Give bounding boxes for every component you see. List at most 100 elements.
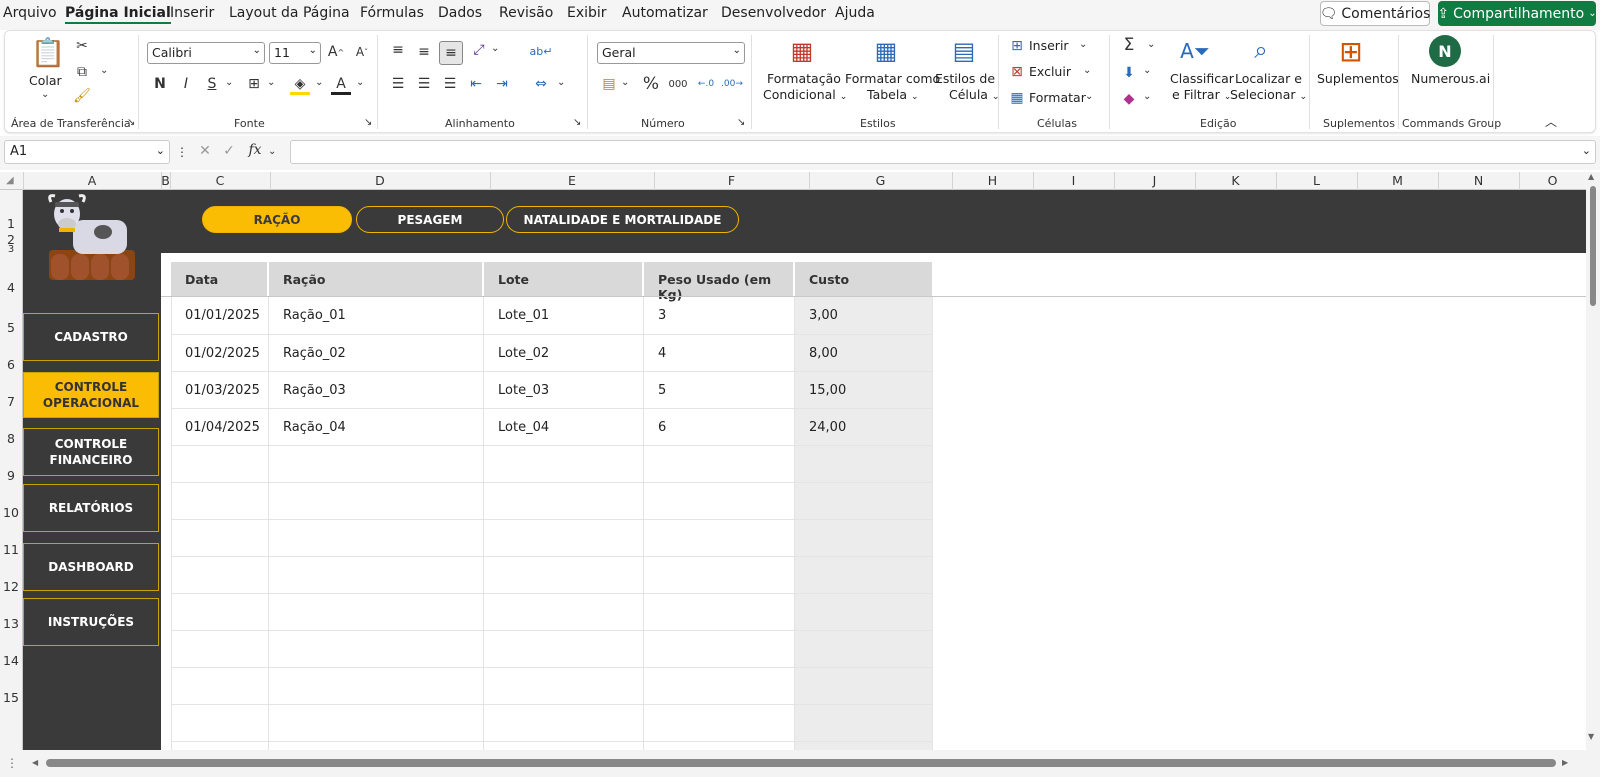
fill-icon[interactable]: ⬇ xyxy=(1119,63,1139,83)
column-header-f[interactable]: F xyxy=(654,173,809,188)
thousands-separator-icon[interactable]: 000 xyxy=(667,75,689,93)
chevron-down-icon[interactable]: ⌄ xyxy=(1143,91,1151,102)
find-select-label-1[interactable]: Localizar e xyxy=(1235,71,1302,87)
menu-layout[interactable]: Layout da Página xyxy=(229,5,350,21)
formula-input[interactable]: ⌄ xyxy=(290,140,1596,164)
orientation-icon[interactable]: ⤢ xyxy=(469,41,489,59)
row-header-1[interactable]: 1 xyxy=(0,216,22,231)
number-format-select[interactable]: Geral ⌄ xyxy=(597,42,745,64)
column-header-d[interactable]: D xyxy=(270,173,490,188)
cell-lote[interactable]: Lote_03 xyxy=(484,383,549,398)
numerous-ai-icon[interactable]: N xyxy=(1429,35,1461,67)
chevron-down-icon[interactable]: ⌄ xyxy=(356,77,364,88)
confirm-icon[interactable]: ✓ xyxy=(220,143,238,159)
dialog-launcher-icon[interactable]: ↘ xyxy=(364,117,372,128)
cell-custo[interactable]: 8,00 xyxy=(795,346,838,361)
align-left-icon[interactable]: ☰ xyxy=(389,75,407,93)
chevron-down-icon[interactable]: ⌄ xyxy=(268,146,276,157)
cell-custo[interactable]: 15,00 xyxy=(795,383,846,398)
column-header-l[interactable]: L xyxy=(1276,173,1357,188)
format-as-table-label-2[interactable]: Tabela ⌄ xyxy=(867,87,919,105)
increase-indent-icon[interactable]: ⇥ xyxy=(493,75,511,93)
font-size-select[interactable]: 11 ⌄ xyxy=(269,42,321,64)
cell-styles-label-1[interactable]: Estilos de xyxy=(935,71,995,87)
cell-styles-label-2[interactable]: Célula ⌄ xyxy=(949,87,999,105)
row-header-13[interactable]: 13 xyxy=(0,616,22,631)
vertical-scrollbar[interactable]: ▲ ▼ xyxy=(1586,172,1600,750)
align-center-icon[interactable]: ☰ xyxy=(415,75,433,93)
row-header-11[interactable]: 11 xyxy=(0,542,22,557)
column-header-n[interactable]: N xyxy=(1438,173,1519,188)
sidebar-item-controle-financeiro[interactable]: CONTROLE FINANCEIRO xyxy=(23,428,159,476)
cell-racao[interactable]: Ração_02 xyxy=(269,346,346,361)
sort-filter-icon[interactable]: A⏷ xyxy=(1179,37,1211,65)
column-header-a[interactable]: A xyxy=(23,173,161,188)
align-right-icon[interactable]: ☰ xyxy=(441,75,459,93)
cell-racao[interactable]: Ração_04 xyxy=(269,420,346,435)
row-header-4[interactable]: 4 xyxy=(0,280,22,295)
delete-cells-label[interactable]: Excluir xyxy=(1029,64,1071,80)
cell-lote[interactable]: Lote_04 xyxy=(484,420,549,435)
scroll-down-icon[interactable]: ▼ xyxy=(1588,732,1594,741)
share-button[interactable]: ⇪ Compartilhamento ⌄ xyxy=(1437,1,1597,26)
cell-peso[interactable]: 6 xyxy=(644,420,666,435)
column-header-o[interactable]: O xyxy=(1519,173,1586,188)
format-as-table-icon[interactable]: ▦ xyxy=(871,37,901,65)
format-cells-label[interactable]: Formatar xyxy=(1029,90,1086,106)
sort-filter-label-2[interactable]: e Filtrar ⌄ xyxy=(1172,87,1231,105)
cell-custo[interactable]: 3,00 xyxy=(795,308,838,323)
conditional-formatting-label-2[interactable]: Condicional ⌄ xyxy=(763,87,847,105)
scroll-left-icon[interactable]: ◀ xyxy=(32,758,38,767)
menu-desenvolvedor[interactable]: Desenvolvedor xyxy=(721,5,826,21)
decrease-indent-icon[interactable]: ⇤ xyxy=(467,75,485,93)
menu-revisao[interactable]: Revisão xyxy=(499,5,553,21)
column-header-k[interactable]: K xyxy=(1195,173,1276,188)
more-options-icon[interactable]: ⋮ xyxy=(176,145,188,159)
sidebar-item-dashboard[interactable]: DASHBOARD xyxy=(23,543,159,591)
currency-icon[interactable]: ▤ xyxy=(599,75,619,93)
numerous-ai-button[interactable]: Numerous.ai xyxy=(1411,71,1490,87)
format-as-table-label-1[interactable]: Formatar como xyxy=(845,71,940,87)
menu-automatizar[interactable]: Automatizar xyxy=(622,5,708,21)
sidebar-item-cadastro[interactable]: CADASTRO xyxy=(23,313,159,361)
cell-data[interactable]: 01/03/2025 xyxy=(171,383,260,398)
column-header-i[interactable]: I xyxy=(1033,173,1114,188)
tab-racao[interactable]: RAÇÃO xyxy=(202,206,352,233)
row-header-15[interactable]: 15 xyxy=(0,690,22,705)
row-header-12[interactable]: 12 xyxy=(0,579,22,594)
bold-icon[interactable]: N xyxy=(151,75,169,93)
chevron-down-icon[interactable]: ⌄ xyxy=(1079,39,1087,50)
more-options-icon[interactable]: ⋮ xyxy=(6,756,18,770)
chevron-down-icon[interactable]: ⌄ xyxy=(557,77,565,88)
format-painter-icon[interactable]: 🖌 xyxy=(73,87,91,105)
menu-inserir[interactable]: Inserir xyxy=(170,5,214,21)
paste-icon[interactable]: 📋 xyxy=(31,35,66,69)
dialog-launcher-icon[interactable]: ↘ xyxy=(737,117,745,128)
sidebar-item-relatorios[interactable]: RELATÓRIOS xyxy=(23,484,159,532)
sidebar-item-instrucoes[interactable]: INSTRUÇÕES xyxy=(23,598,159,646)
font-color-icon[interactable]: A xyxy=(331,75,351,95)
insert-cells-label[interactable]: Inserir xyxy=(1029,38,1069,54)
cell-peso[interactable]: 3 xyxy=(644,308,666,323)
wrap-text-icon[interactable]: ab↵ xyxy=(530,41,553,61)
underline-icon[interactable]: S xyxy=(203,75,221,93)
insert-function-icon[interactable]: fx xyxy=(244,142,266,158)
chevron-down-icon[interactable]: ⌄ xyxy=(491,43,499,54)
cell-lote[interactable]: Lote_01 xyxy=(484,308,549,323)
sort-filter-label-1[interactable]: Classificar xyxy=(1170,71,1234,87)
merge-center-icon[interactable]: ⇔ xyxy=(531,75,551,93)
clear-icon[interactable]: ◆ xyxy=(1119,89,1139,109)
delete-cells-icon[interactable]: ⊠ xyxy=(1008,63,1026,81)
horizontal-scroll-thumb[interactable] xyxy=(46,759,1556,767)
align-top-icon[interactable]: ≡ xyxy=(389,41,407,59)
find-select-label-2[interactable]: Selecionar ⌄ xyxy=(1230,87,1307,105)
column-header-h[interactable]: H xyxy=(952,173,1033,188)
menu-dados[interactable]: Dados xyxy=(438,5,482,21)
increase-font-icon[interactable]: A ^ xyxy=(327,43,345,61)
row-header-8[interactable]: 8 xyxy=(0,431,22,446)
menu-formulas[interactable]: Fórmulas xyxy=(360,5,424,21)
cell-racao[interactable]: Ração_01 xyxy=(269,308,346,323)
collapse-ribbon-icon[interactable]: ︿ xyxy=(1545,113,1557,130)
row-header-9[interactable]: 9 xyxy=(0,468,22,483)
decrease-font-icon[interactable]: Aˇ xyxy=(353,43,371,61)
